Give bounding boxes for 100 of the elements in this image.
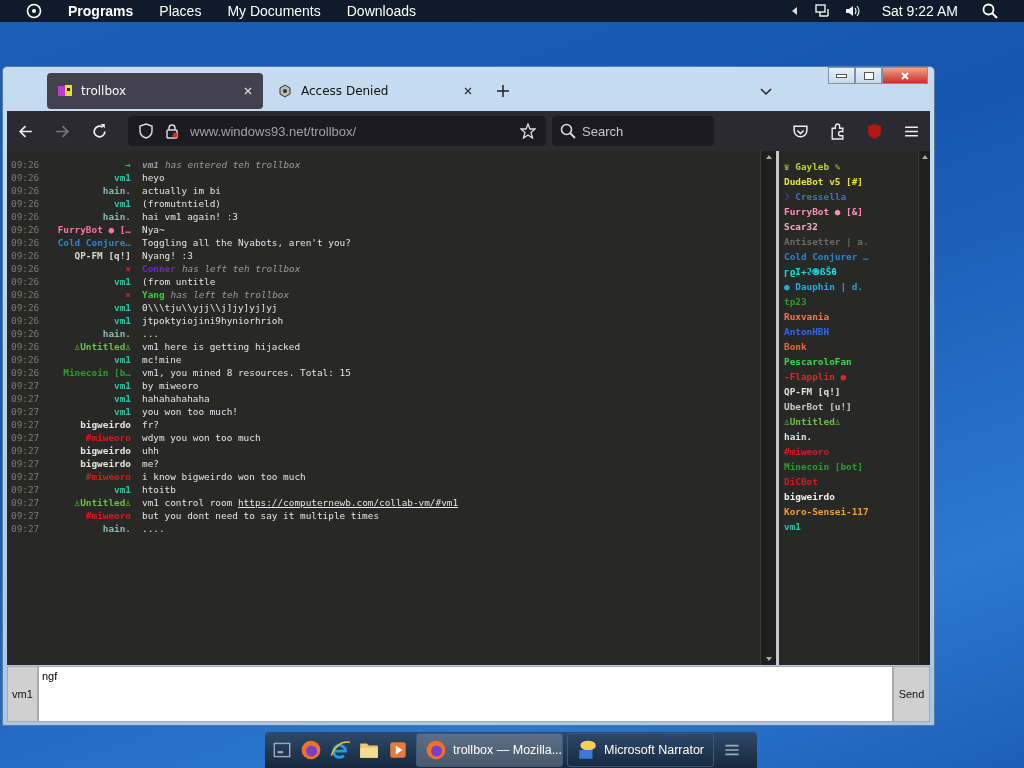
url-text: www.windows93.net/trollbox/: [190, 123, 357, 139]
nickname[interactable]: vm1: [142, 159, 159, 170]
nickname[interactable]: hain.: [45, 522, 131, 535]
nickname[interactable]: vm1: [45, 197, 131, 210]
nickname[interactable]: ♙Untitled♙: [45, 340, 131, 353]
user-list-item[interactable]: Bonk: [784, 339, 918, 354]
taskbar-button[interactable]: Microsoft Narrator: [567, 733, 714, 767]
up-arrow-icon[interactable]: [920, 154, 929, 160]
nickname[interactable]: bigweirdo: [45, 457, 131, 470]
timestamp: 09:26: [11, 236, 41, 249]
message-text: i know bigweirdo won too much: [142, 471, 306, 482]
star-icon[interactable]: [520, 123, 536, 139]
browser-icon[interactable]: [300, 739, 322, 761]
user-list-item[interactable]: ♙Untitled♙: [784, 414, 918, 429]
user-list-item[interactable]: Minecoin [bot]: [784, 459, 918, 474]
nickname[interactable]: Cold Conjure…: [45, 236, 131, 249]
search-icon[interactable]: [982, 3, 998, 19]
nickname[interactable]: FurryBot ● […: [45, 223, 131, 236]
link[interactable]: https://computernewb.com/collab-vm/#vm1: [237, 497, 459, 508]
nickname[interactable]: vm1: [45, 314, 131, 327]
nickname[interactable]: vm1: [45, 405, 131, 418]
up-arrow-icon[interactable]: [764, 154, 773, 160]
user-list-item[interactable]: Scar32: [784, 219, 918, 234]
nickname[interactable]: hain.: [45, 184, 131, 197]
timestamp: 09:27: [11, 509, 41, 522]
message-text: but you dont need to say it multiple times: [142, 510, 380, 521]
pocket-icon[interactable]: [792, 122, 809, 140]
user-list-item[interactable]: ● Dauphin | d.: [784, 279, 918, 294]
leave-mark: ×: [124, 262, 131, 275]
menu-item[interactable]: Downloads: [346, 3, 416, 19]
nickname[interactable]: vm1: [45, 392, 131, 405]
nick-button[interactable]: vm1: [7, 666, 38, 722]
message-text: you won too much!: [142, 406, 238, 417]
nickname[interactable]: vm1: [45, 301, 131, 314]
user-list-item[interactable]: QP-FM [q!]: [784, 384, 918, 399]
user-list-item[interactable]: Ruxvania: [784, 309, 918, 324]
circle-icon[interactable]: [26, 3, 42, 19]
nickname[interactable]: hain.: [45, 327, 131, 340]
user-list-item[interactable]: bigweirdo: [784, 489, 918, 504]
user-list-item[interactable]: DudeBot v5 [#]: [784, 174, 918, 189]
new-tab-icon[interactable]: [495, 83, 511, 99]
nickname[interactable]: hain.: [45, 210, 131, 223]
shield-icon[interactable]: [138, 123, 154, 139]
message-text: 0\\\tju\\yjj\\j]jy]yj]yj: [142, 302, 278, 313]
message-text: vm1, you mined 8 resources. Total: 15: [142, 367, 351, 378]
user-list-item[interactable]: Koro-Sensei-117: [784, 504, 918, 519]
puzzle-icon[interactable]: [829, 122, 846, 140]
message-field[interactable]: ngf: [38, 666, 893, 722]
search-field[interactable]: Search: [552, 116, 714, 146]
user-list-item[interactable]: FurryBot ● [&]: [784, 204, 918, 219]
user-list-item[interactable]: tp23: [784, 294, 918, 309]
send-button[interactable]: Send: [893, 666, 930, 722]
nickname[interactable]: bigweirdo: [45, 444, 131, 457]
message-text: Nyang! :3: [142, 250, 193, 261]
nickname[interactable]: QP-FM [q!]: [45, 249, 131, 262]
user-list-item[interactable]: PescaroloFan: [784, 354, 918, 369]
close-icon[interactable]: [463, 86, 473, 96]
user-list-item[interactable]: Cold Conjurer …: [784, 249, 918, 264]
minimize-button[interactable]: [828, 67, 855, 84]
close-button[interactable]: [882, 67, 928, 84]
message-text: hai vm1 again! :3: [142, 211, 238, 222]
nickname[interactable]: bigweirdo: [45, 418, 131, 431]
nickname[interactable]: vm1: [45, 353, 131, 366]
nickname[interactable]: vm1: [45, 379, 131, 392]
timestamp: 09:26: [11, 210, 41, 223]
tab-icon: [277, 83, 293, 99]
browser-tab[interactable]: Access Denied: [267, 73, 483, 109]
message-text: ...: [142, 328, 159, 339]
user-list-item[interactable]: UberBot [u!]: [784, 399, 918, 414]
nickname[interactable]: ♙Untitled♙: [45, 496, 131, 509]
nickname[interactable]: Minecoin [b…: [45, 366, 131, 379]
user-list-item[interactable]: hain.: [784, 429, 918, 444]
lock-icon[interactable]: [164, 123, 180, 139]
user-list-item[interactable]: ♛ Gayleb ✎: [784, 159, 918, 174]
nickname[interactable]: vm1: [45, 171, 131, 184]
e-logo-icon[interactable]: [329, 739, 351, 761]
nickname[interactable]: Yang: [142, 289, 165, 300]
user-list-item[interactable]: ɼϱI+ϩ֍ßŜϐ: [784, 264, 918, 279]
message-text: fr?: [142, 419, 159, 430]
reload-icon[interactable]: [91, 122, 108, 140]
menu-item[interactable]: My Documents: [227, 3, 321, 19]
network-icon[interactable]: [813, 3, 830, 19]
user-list-item[interactable]: vm1: [784, 519, 918, 534]
scrollbar[interactable]: [918, 151, 930, 665]
nickname[interactable]: vm1: [45, 483, 131, 496]
maximize-button[interactable]: [855, 67, 882, 84]
scrollbar[interactable]: [760, 151, 776, 665]
clock[interactable]: Sat 9:22 AM: [881, 3, 958, 19]
menu-item[interactable]: Programs: [68, 3, 134, 19]
menu-item[interactable]: Places: [159, 3, 202, 19]
taskbar-button[interactable]: trollbox — Mozilla...: [416, 733, 563, 767]
speaker-icon[interactable]: [843, 3, 860, 19]
timestamp: 09:27: [11, 444, 41, 457]
timestamp: 09:26: [11, 184, 41, 197]
nickname[interactable]: vm1: [45, 275, 131, 288]
address-bar[interactable]: www.windows93.net/trollbox/: [128, 116, 546, 146]
down-arrow-icon[interactable]: [764, 656, 773, 662]
media-player-icon[interactable]: [387, 739, 409, 761]
browser-tab[interactable]: trollbox: [47, 73, 263, 109]
timestamp: 09:26: [11, 249, 41, 262]
